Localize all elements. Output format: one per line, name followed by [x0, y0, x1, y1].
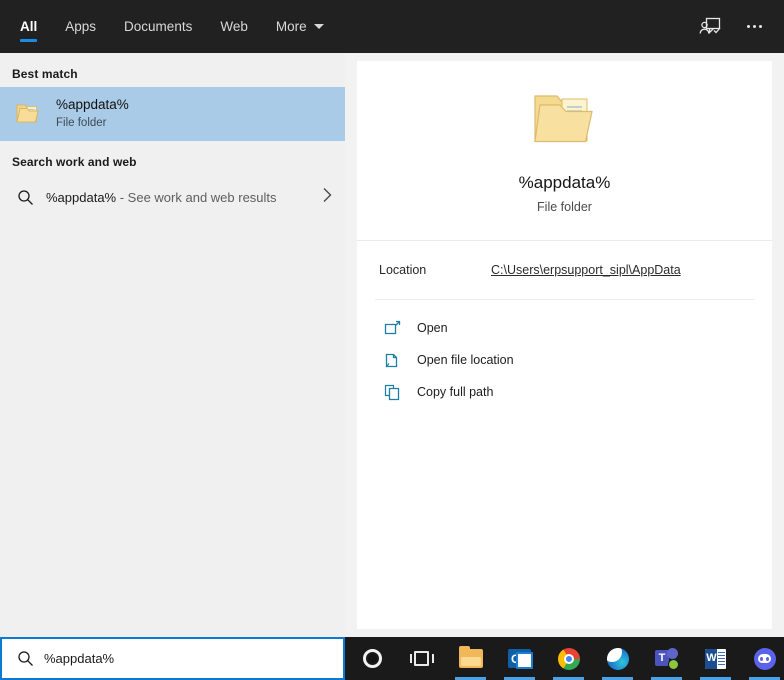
- taskbar-item-file-explorer[interactable]: [446, 637, 495, 680]
- copy-icon: [379, 384, 405, 401]
- chevron-right-icon[interactable]: [322, 187, 333, 208]
- location-path-link[interactable]: C:\Users\erpsupport_sipl\AppData: [491, 263, 681, 277]
- tab-web[interactable]: Web: [206, 0, 262, 53]
- ellipsis-icon[interactable]: [732, 5, 776, 49]
- ellipsis-dots: [746, 25, 762, 28]
- teams-status-available-icon: [668, 659, 679, 670]
- search-header: All Apps Documents Web More: [0, 0, 784, 53]
- web-search-suffix: - See work and web results: [116, 189, 277, 205]
- search-input-value: %appdata%: [44, 651, 115, 666]
- task-view-icon: [409, 650, 434, 668]
- file-explorer-icon: [458, 646, 483, 668]
- action-open-label: Open: [417, 321, 448, 335]
- open-window-icon: [379, 320, 405, 337]
- tab-all-label: All: [20, 19, 38, 34]
- best-match-result-item[interactable]: %appdata% File folder: [0, 87, 345, 141]
- action-copy-full-path[interactable]: Copy full path: [357, 376, 772, 408]
- search-flyout: All Apps Documents Web More Best match %…: [0, 0, 784, 637]
- tab-active-underline: [20, 39, 38, 42]
- location-label: Location: [379, 263, 427, 277]
- search-filter-tabs: All Apps Documents Web More: [0, 0, 338, 53]
- preview-hero: %appdata% File folder: [357, 61, 772, 240]
- taskbar-item-word[interactable]: W: [691, 637, 740, 680]
- chevron-down-icon: [313, 24, 324, 29]
- location-row: Location C:\Users\erpsupport_sipl\AppDat…: [357, 241, 772, 299]
- search-icon: [10, 189, 40, 206]
- action-open[interactable]: Open: [357, 312, 772, 344]
- cortana-icon: [363, 649, 382, 668]
- tab-documents-label: Documents: [124, 19, 193, 34]
- tab-apps-label: Apps: [65, 19, 97, 34]
- preview-subtitle: File folder: [537, 199, 592, 214]
- open-folder-icon: [379, 352, 405, 369]
- feedback-person-icon[interactable]: [688, 5, 732, 49]
- word-icon: W: [705, 648, 726, 669]
- taskbar-item-edge[interactable]: [593, 637, 642, 680]
- preview-title: %appdata%: [518, 172, 611, 192]
- taskbar-item-outlook[interactable]: O: [495, 637, 544, 680]
- best-match-subtitle: File folder: [56, 117, 107, 130]
- web-search-query: %appdata%: [46, 189, 117, 205]
- best-match-title: %appdata%: [56, 97, 129, 113]
- tab-more[interactable]: More: [262, 0, 338, 53]
- action-open-file-location-label: Open file location: [417, 353, 514, 367]
- action-open-file-location[interactable]: Open file location: [357, 344, 772, 376]
- folder-icon: [12, 101, 44, 127]
- folder-large-icon: [529, 88, 601, 159]
- taskbar-app-icons: O T W: [348, 637, 784, 680]
- taskbar-item-chrome[interactable]: [544, 637, 593, 680]
- tab-more-label: More: [275, 19, 307, 34]
- preview-actions: Open Open file location Copy full path: [357, 300, 772, 408]
- taskbar-item-task-view[interactable]: [397, 637, 446, 680]
- search-input[interactable]: %appdata%: [0, 637, 345, 680]
- tab-apps[interactable]: Apps: [51, 0, 110, 53]
- section-title-search-work-and-web: Search work and web: [12, 155, 137, 169]
- taskbar-item-discord[interactable]: [740, 637, 784, 680]
- chrome-icon: [557, 647, 580, 670]
- tab-all[interactable]: All: [6, 0, 51, 53]
- search-icon: [12, 650, 38, 667]
- taskbar-item-teams[interactable]: T: [642, 637, 691, 680]
- web-search-result-item[interactable]: %appdata% - See work and web results: [0, 175, 345, 219]
- best-match-text: %appdata% File folder: [56, 97, 129, 130]
- edge-icon: [606, 647, 629, 670]
- outlook-icon: O: [508, 649, 533, 669]
- action-copy-full-path-label: Copy full path: [417, 385, 494, 399]
- tab-web-label: Web: [220, 19, 248, 34]
- teams-icon: T: [655, 648, 679, 670]
- section-title-best-match: Best match: [12, 67, 78, 81]
- preview-pane: %appdata% File folder Location C:\Users\…: [357, 61, 772, 629]
- taskbar-item-cortana[interactable]: [348, 637, 397, 680]
- web-search-label: %appdata% - See work and web results: [46, 190, 277, 205]
- results-pane: Best match %appdata% File folder Search …: [0, 53, 345, 637]
- header-actions: [688, 0, 776, 53]
- taskbar: %appdata% O T W: [0, 637, 784, 680]
- windows-search-screen: All Apps Documents Web More Best match %…: [0, 0, 784, 680]
- tab-documents[interactable]: Documents: [110, 0, 206, 53]
- discord-icon: [753, 647, 776, 670]
